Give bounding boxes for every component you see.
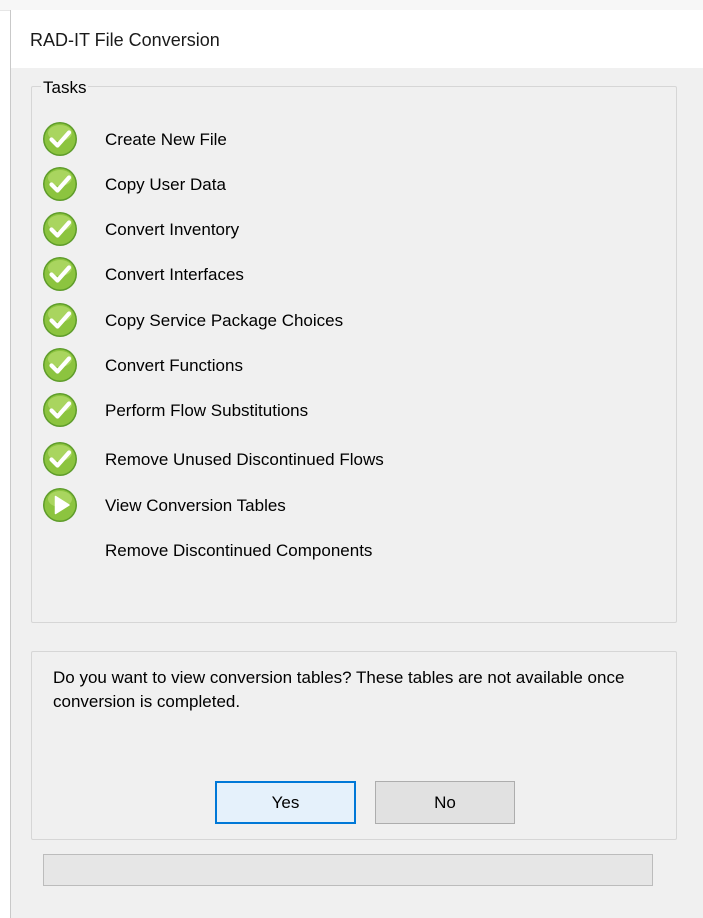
check-icon	[43, 348, 77, 382]
task-convert-interfaces: Convert Interfaces	[42, 256, 602, 296]
task-label: Copy User Data	[105, 175, 226, 194]
task-copy-user-data: Copy User Data	[42, 166, 602, 206]
task-convert-functions: Convert Functions	[42, 347, 602, 387]
check-icon	[43, 303, 77, 337]
check-icon	[43, 257, 77, 291]
task-remove-unused-discontinued-flows: Remove Unused Discontinued Flows	[42, 441, 602, 481]
play-arrow-icon	[43, 488, 77, 522]
task-remove-discontinued-components: Remove Discontinued Components	[42, 532, 602, 572]
task-label: Convert Interfaces	[105, 265, 244, 284]
task-perform-flow-substitutions: Perform Flow Substitutions	[42, 392, 602, 432]
check-icon	[43, 393, 77, 427]
task-label: Remove Unused Discontinued Flows	[105, 450, 384, 469]
task-label: Copy Service Package Choices	[105, 311, 344, 330]
check-icon	[43, 442, 77, 476]
task-convert-inventory: Convert Inventory	[42, 211, 602, 251]
title-bar[interactable]: RAD-IT File Conversion	[11, 10, 703, 68]
tasks-group-legend: Tasks	[41, 78, 89, 98]
prompt-message: Do you want to view conversion tables? T…	[53, 668, 625, 711]
task-label: Create New File	[105, 130, 227, 149]
check-icon	[43, 212, 77, 246]
task-label: Perform Flow Substitutions	[105, 401, 309, 420]
no-button[interactable]: No	[375, 781, 515, 824]
yes-button[interactable]: Yes	[215, 781, 356, 824]
task-view-conversion-tables: View Conversion Tables	[42, 487, 602, 527]
task-label: Convert Functions	[105, 356, 243, 375]
check-icon	[43, 122, 77, 156]
window-title: RAD-IT File Conversion	[30, 30, 220, 50]
progress-bar	[43, 854, 653, 886]
check-icon	[43, 167, 77, 201]
task-label: View Conversion Tables	[105, 496, 286, 515]
task-label: Remove Discontinued Components	[105, 541, 373, 560]
task-label: Convert Inventory	[105, 220, 240, 239]
task-create-new-file: Create New File	[42, 121, 602, 161]
task-copy-service-package-choices: Copy Service Package Choices	[42, 302, 602, 342]
